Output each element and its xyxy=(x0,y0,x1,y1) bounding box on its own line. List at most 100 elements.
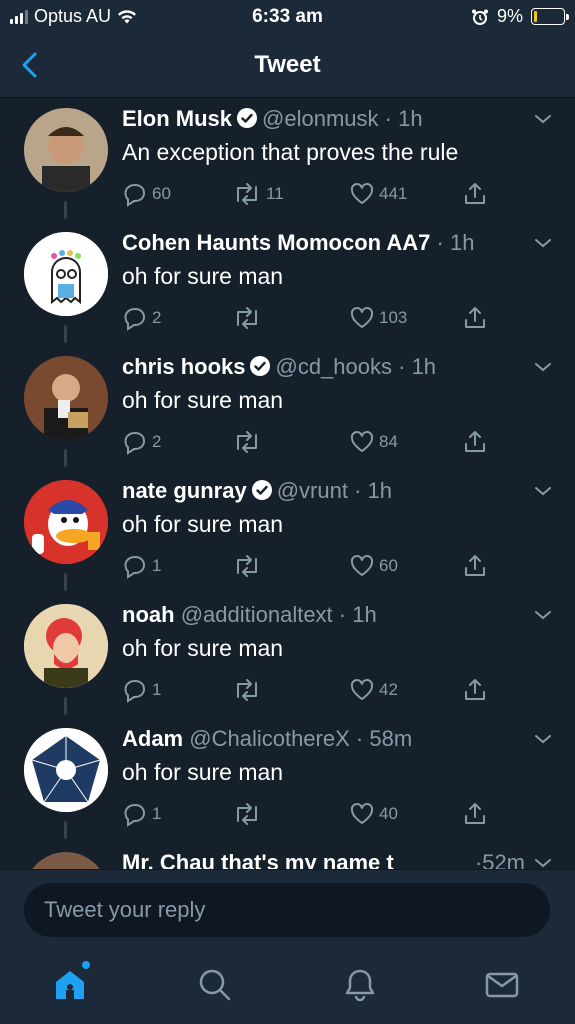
like-button[interactable]: 441 xyxy=(349,179,407,209)
tweet-actions: 2 84 xyxy=(122,427,522,457)
tweet-actions: 1 40 xyxy=(122,799,522,829)
bell-icon[interactable] xyxy=(342,967,378,1003)
thread-line xyxy=(64,201,67,219)
tweet-header: Adam @ChalicothereX · 58m xyxy=(122,726,413,751)
thread-line xyxy=(64,325,67,343)
heart-icon xyxy=(350,182,374,204)
reply-feed[interactable]: Elon Musk @elonmusk · 1h An exception tha… xyxy=(0,99,575,869)
share-icon xyxy=(465,803,485,824)
heart-icon xyxy=(350,306,374,328)
author-name[interactable]: Mr. Chau that's my name t xyxy=(122,850,394,869)
chevron-down-icon[interactable] xyxy=(533,236,553,250)
avatar[interactable] xyxy=(24,232,108,316)
like-count: 42 xyxy=(379,680,398,699)
chevron-down-icon[interactable] xyxy=(533,608,553,622)
chevron-down-icon[interactable] xyxy=(533,484,553,498)
reply-button[interactable]: 2 xyxy=(122,303,161,333)
retweet-button[interactable] xyxy=(232,551,266,581)
avatar[interactable] xyxy=(24,108,108,192)
share-icon xyxy=(465,183,485,204)
like-button[interactable]: 60 xyxy=(349,551,398,581)
author-name[interactable]: nate gunray xyxy=(122,478,247,503)
search-icon[interactable] xyxy=(197,967,233,1003)
avatar[interactable] xyxy=(24,852,108,869)
nav-bar: Tweet xyxy=(0,34,575,98)
reply-count: 1 xyxy=(152,680,162,699)
author-handle[interactable]: @elonmusk xyxy=(262,106,379,131)
verified-badge-icon xyxy=(251,480,272,500)
reply-button[interactable]: 1 xyxy=(122,675,161,705)
like-count: 103 xyxy=(379,308,408,327)
share-button[interactable] xyxy=(462,551,488,581)
avatar[interactable] xyxy=(24,728,108,812)
author-handle[interactable]: @vrunt xyxy=(277,478,348,503)
mail-icon[interactable] xyxy=(484,967,520,1003)
like-button[interactable]: 84 xyxy=(349,427,398,457)
thread-line xyxy=(64,821,67,839)
retweet-icon xyxy=(237,803,257,825)
reply-input[interactable]: Tweet your reply xyxy=(24,883,550,937)
share-button[interactable] xyxy=(462,675,488,705)
share-button[interactable] xyxy=(462,303,488,333)
author-handle[interactable]: @cd_hooks xyxy=(275,354,392,379)
author-name[interactable]: chris hooks xyxy=(122,354,245,379)
home-icon[interactable] xyxy=(52,967,88,1003)
tweet-item[interactable]: noah @additionaltext · 1h oh for sure ma… xyxy=(0,595,575,719)
retweet-icon xyxy=(237,183,257,205)
share-button[interactable] xyxy=(462,179,488,209)
author-name[interactable]: Cohen Haunts Momocon AA7 xyxy=(122,230,430,255)
reply-count: 2 xyxy=(152,432,162,451)
avatar[interactable] xyxy=(24,604,108,688)
tweet-text: oh for sure man xyxy=(122,263,284,289)
reply-button[interactable]: 1 xyxy=(122,799,161,829)
reply-count: 1 xyxy=(152,804,162,823)
heart-icon xyxy=(350,802,374,824)
retweet-button[interactable] xyxy=(232,675,266,705)
chevron-down-icon[interactable] xyxy=(533,360,553,374)
author-name[interactable]: noah xyxy=(122,602,175,627)
avatar[interactable] xyxy=(24,480,108,564)
retweet-button[interactable] xyxy=(232,799,266,829)
tweet-time: 1h xyxy=(367,478,392,503)
tweet-item[interactable]: Elon Musk @elonmusk · 1h An exception tha… xyxy=(0,99,575,223)
tweet-item[interactable]: Mr. Chau that's my name t ·52m xyxy=(0,843,575,869)
author-name[interactable]: Elon Musk xyxy=(122,106,232,131)
tweet-actions: 1 60 xyxy=(122,551,522,581)
retweet-icon xyxy=(237,555,257,577)
chevron-down-icon[interactable] xyxy=(533,732,553,746)
tweet-text: oh for sure man xyxy=(122,635,284,661)
tweet-header: Cohen Haunts Momocon AA7 · 1h xyxy=(122,230,475,255)
author-handle[interactable]: @ChalicothereX xyxy=(189,726,350,751)
battery-icon xyxy=(531,8,569,25)
chevron-down-icon[interactable] xyxy=(533,112,553,126)
share-button[interactable] xyxy=(462,799,488,829)
author-handle[interactable]: @additionaltext xyxy=(181,602,333,627)
status-right: 9% xyxy=(471,6,569,27)
retweet-button[interactable]: 11 xyxy=(232,179,284,209)
heart-icon xyxy=(350,554,374,576)
tweet-item[interactable]: chris hooks @cd_hooks · 1h oh for sure ma… xyxy=(0,347,575,471)
like-count: 84 xyxy=(379,432,398,451)
reply-button[interactable]: 60 xyxy=(122,179,171,209)
like-button[interactable]: 42 xyxy=(349,675,398,705)
tweet-item[interactable]: Cohen Haunts Momocon AA7 · 1h oh for sur… xyxy=(0,223,575,347)
alarm-icon xyxy=(471,9,488,25)
retweet-button[interactable] xyxy=(232,427,266,457)
reply-button[interactable]: 1 xyxy=(122,551,161,581)
avatar[interactable] xyxy=(24,356,108,440)
reply-count: 1 xyxy=(152,556,162,575)
tweet-time: 52m xyxy=(482,850,525,869)
author-name[interactable]: Adam xyxy=(122,726,183,751)
retweet-icon xyxy=(237,307,257,329)
share-button[interactable] xyxy=(462,427,488,457)
like-button[interactable]: 103 xyxy=(349,303,407,333)
reply-button[interactable]: 2 xyxy=(122,427,161,457)
reply-icon xyxy=(124,431,146,455)
like-button[interactable]: 40 xyxy=(349,799,398,829)
tweet-item[interactable]: nate gunray @vrunt · 1h oh for sure man 1… xyxy=(0,471,575,595)
reply-count: 2 xyxy=(152,308,162,327)
retweet-button[interactable] xyxy=(232,303,266,333)
heart-icon xyxy=(350,678,374,700)
chevron-down-icon[interactable] xyxy=(533,856,553,869)
tweet-item[interactable]: Adam @ChalicothereX · 58m oh for sure ma… xyxy=(0,719,575,843)
